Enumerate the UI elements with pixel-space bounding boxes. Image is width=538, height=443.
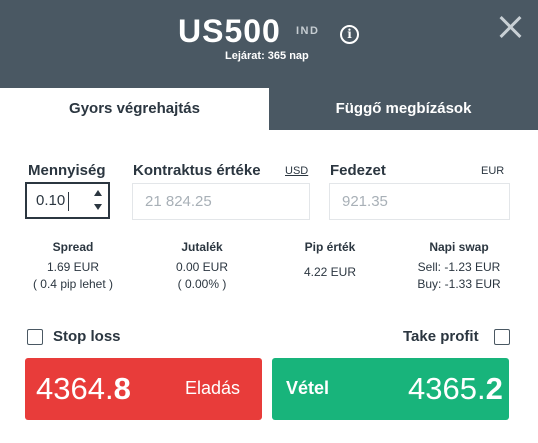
margin-currency: EUR — [481, 165, 505, 177]
buy-label: Vétel — [286, 378, 330, 398]
contract-value-label: Kontraktus értéke — [133, 162, 261, 179]
sell-price: 4364.8 — [36, 371, 131, 406]
stop-loss-label[interactable]: Stop loss — [53, 328, 121, 345]
quantity-input[interactable]: 0.10 — [36, 192, 65, 209]
swap-buy: Buy: -1.33 EUR — [417, 277, 501, 291]
instrument-header: US500 IND i Lejárat: 365 nap — [0, 0, 538, 88]
take-profit-label[interactable]: Take profit — [403, 328, 479, 345]
commission-title: Jutalék — [181, 240, 223, 254]
spread-pips: ( 0.4 pip lehet ) — [32, 277, 114, 291]
take-profit-checkbox[interactable] — [494, 329, 510, 345]
stop-loss-checkbox[interactable] — [27, 329, 43, 345]
expiry-text: Lejárat: 365 nap — [225, 50, 309, 62]
pip-value-title: Pip érték — [304, 240, 356, 254]
buy-button[interactable]: Vétel 4365.2 — [272, 358, 509, 420]
swap-sell: Sell: -1.23 EUR — [417, 260, 501, 274]
decrement-arrow-icon[interactable] — [94, 204, 102, 210]
spread-title: Spread — [52, 240, 94, 254]
pip-value: 4.22 EUR — [303, 265, 357, 279]
spread-value: 1.69 EUR — [46, 260, 100, 274]
margin-field: 921.35 — [329, 183, 510, 220]
close-icon[interactable] — [497, 14, 523, 40]
buy-price: 4365.2 — [408, 371, 503, 406]
margin-value: 921.35 — [342, 193, 388, 210]
daily-swap-title: Napi swap — [429, 240, 489, 254]
sell-label: Eladás — [185, 378, 241, 398]
quantity-label: Mennyiség — [28, 162, 106, 179]
commission-percent: ( 0.00% ) — [177, 277, 227, 291]
instrument-type-badge: IND — [296, 25, 320, 37]
contract-currency-link[interactable]: USD — [285, 165, 308, 177]
commission-value: 0.00 EUR — [175, 260, 229, 274]
margin-label: Fedezet — [330, 162, 386, 179]
sell-button[interactable]: 4364.8 Eladás — [25, 358, 262, 420]
instrument-symbol: US500 — [178, 13, 281, 49]
increment-arrow-icon[interactable] — [94, 190, 102, 196]
quantity-stepper[interactable]: 0.10 — [25, 182, 110, 219]
tab-quick-execution[interactable]: Gyors végrehajtás — [0, 88, 269, 130]
contract-value-field: 21 824.25 — [132, 183, 310, 220]
tab-pending-orders[interactable]: Függő megbízások — [269, 88, 538, 130]
text-cursor — [68, 192, 69, 211]
contract-value: 21 824.25 — [145, 193, 212, 210]
info-icon[interactable]: i — [340, 25, 359, 44]
